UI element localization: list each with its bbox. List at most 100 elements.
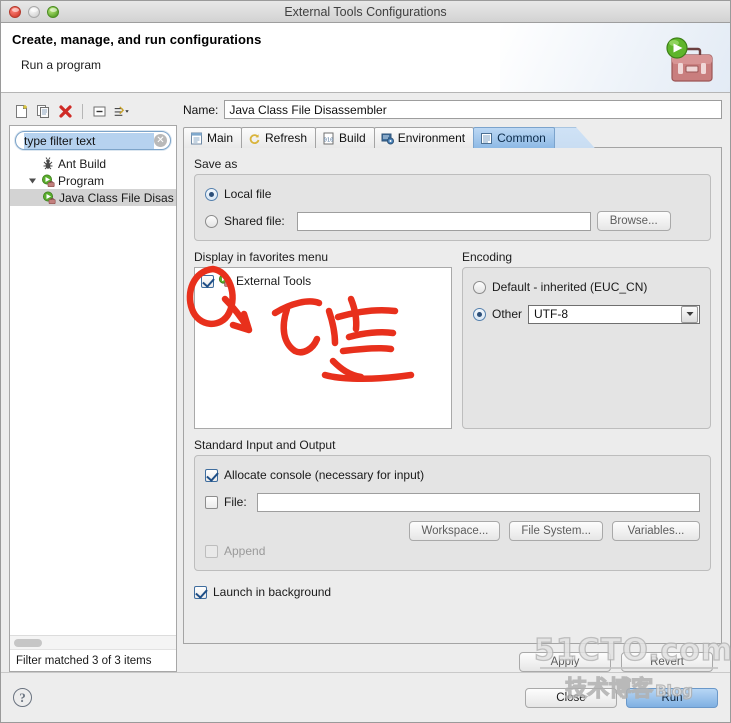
toolbox-with-run-icon — [666, 37, 713, 82]
variables-button[interactable]: Variables... — [612, 521, 700, 541]
close-window-button[interactable] — [9, 5, 21, 18]
traffic-lights — [9, 5, 59, 18]
allocate-console-checkbox[interactable] — [205, 468, 218, 482]
minimize-window-button[interactable] — [28, 5, 40, 18]
tree-horizontal-scrollbar[interactable] — [10, 635, 176, 649]
tab-build[interactable]: 010 Build — [315, 127, 375, 148]
tab-label: Main — [207, 131, 234, 145]
tree-expander-expanded[interactable] — [26, 176, 38, 185]
apply-revert-row: Apply Revert — [183, 644, 722, 672]
append-label: Append — [224, 544, 266, 558]
tab-label: Refresh — [265, 131, 308, 145]
red-x-delete-icon[interactable] — [57, 103, 74, 120]
launch-in-background-label: Launch in background — [213, 585, 332, 599]
favorites-group: Display in favorites menu External Tools — [194, 250, 452, 429]
name-row: Name: Java Class File Disassembler — [183, 100, 722, 119]
external-tools-checkbox[interactable] — [201, 274, 214, 288]
external-tools-icon — [218, 274, 232, 287]
program-run-icon — [43, 191, 56, 204]
chevron-down-icon[interactable] — [681, 305, 698, 323]
dialog-header: Create, manage, and run configurations R… — [1, 23, 730, 93]
encoding-combobox[interactable]: UTF-8 — [528, 304, 700, 324]
browse-button[interactable]: Browse... — [596, 211, 671, 231]
tree-item-label: Ant Build — [58, 156, 107, 171]
encoding-default-radio[interactable] — [473, 280, 486, 294]
tab-common[interactable]: Common — [473, 127, 555, 148]
configuration-editor: Name: Java Class File Disassembler Main — [183, 100, 722, 672]
file-input[interactable] — [256, 492, 700, 512]
filter-sort-icon[interactable] — [113, 103, 130, 120]
allocate-console-row[interactable]: Allocate console (necessary for input) — [205, 465, 700, 485]
ant-build-icon — [43, 156, 53, 169]
encoding-other-row: Other UTF-8 — [473, 304, 700, 324]
save-as-group: Save as Local file Shared file: Browse..… — [194, 157, 711, 241]
tree-item-java-class-file-disassembler[interactable]: Java Class File Disas — [10, 189, 176, 206]
file-checkbox[interactable] — [205, 495, 218, 509]
configurations-tree[interactable]: Ant Build Program Java Class File Disas — [10, 153, 176, 635]
workspace-button[interactable]: Workspace... — [409, 521, 501, 541]
main-tab-icon — [191, 132, 202, 144]
tab-refresh[interactable]: Refresh — [241, 127, 317, 148]
tab-main[interactable]: Main — [183, 127, 243, 148]
append-checkbox — [205, 544, 218, 558]
filter-container: type filter text ✕ — [10, 126, 176, 153]
local-file-radio[interactable] — [205, 187, 218, 201]
window-titlebar: External Tools Configurations — [1, 1, 730, 23]
allocate-console-label: Allocate console (necessary for input) — [224, 468, 425, 482]
footer-buttons: Close Run — [525, 687, 718, 708]
common-tab-panel: Save as Local file Shared file: Browse..… — [183, 147, 722, 644]
zoom-window-button[interactable] — [47, 5, 59, 18]
file-row: File: — [205, 492, 700, 512]
encoding-label: Encoding — [462, 250, 513, 264]
favorites-item-external-tools[interactable]: External Tools — [201, 273, 445, 289]
name-input[interactable]: Java Class File Disassembler — [224, 100, 722, 119]
encoding-other-label: Other — [492, 307, 523, 321]
name-label: Name: — [183, 102, 219, 117]
encoding-group: Encoding Default - inherited (EUC_CN) Ot… — [462, 250, 711, 429]
new-document-icon[interactable] — [13, 103, 30, 120]
tab-label: Build — [339, 131, 366, 145]
tree-item-ant-build[interactable]: Ant Build — [10, 155, 176, 172]
local-file-label: Local file — [224, 187, 272, 201]
file-system-button[interactable]: File System... — [509, 521, 603, 541]
copy-icon[interactable] — [35, 103, 52, 120]
favorites-list[interactable]: External Tools — [194, 267, 452, 429]
dialog-footer: ? Close Run — [1, 672, 730, 722]
encoding-default-label: Default - inherited (EUC_CN) — [492, 280, 648, 294]
run-button[interactable]: Run — [626, 687, 718, 708]
filter-status-text: Filter matched 3 of 3 items — [10, 649, 176, 671]
encoding-combobox-value: UTF-8 — [534, 307, 569, 321]
search-field[interactable]: type filter text ✕ — [15, 131, 171, 150]
clear-circle-icon[interactable]: ✕ — [154, 134, 167, 147]
launch-in-background-checkbox[interactable] — [194, 585, 207, 599]
environment-tab-icon — [381, 133, 394, 144]
scrollbar-thumb[interactable] — [14, 639, 42, 647]
common-tab-icon — [481, 132, 493, 144]
tab-bar-tail — [552, 127, 595, 148]
tab-label: Environment — [397, 131, 466, 145]
encoding-other-radio[interactable] — [473, 307, 486, 321]
tab-environment[interactable]: Environment — [373, 127, 475, 148]
shared-file-input[interactable] — [296, 211, 591, 231]
shared-file-label: Shared file: — [224, 214, 285, 228]
local-file-row[interactable]: Local file — [205, 184, 700, 204]
collapse-all-icon[interactable] — [91, 103, 108, 120]
file-label: File: — [224, 495, 247, 509]
window-title: External Tools Configurations — [284, 4, 447, 19]
toolbar-separator — [82, 103, 83, 119]
question-mark-help-icon[interactable]: ? — [13, 688, 32, 707]
save-as-box: Local file Shared file: Browse... — [194, 174, 711, 241]
external-tools-configurations-window: External Tools Configurations Create, ma… — [0, 0, 731, 723]
close-button[interactable]: Close — [525, 687, 617, 708]
svg-text:010: 010 — [324, 137, 334, 143]
launch-in-background-row[interactable]: Launch in background — [194, 582, 711, 602]
search-input[interactable]: type filter text — [24, 132, 154, 149]
sidebar-toolbar — [9, 100, 177, 122]
append-row: Append — [205, 541, 700, 561]
standard-io-label: Standard Input and Output — [194, 438, 336, 452]
revert-button[interactable]: Revert — [621, 652, 713, 672]
tree-item-program[interactable]: Program — [10, 172, 176, 189]
apply-button[interactable]: Apply — [519, 652, 611, 672]
program-run-icon — [42, 174, 55, 187]
shared-file-radio[interactable] — [205, 214, 218, 228]
